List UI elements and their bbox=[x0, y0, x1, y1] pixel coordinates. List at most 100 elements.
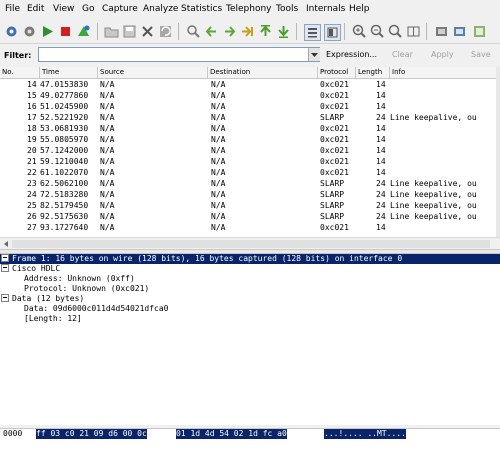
menu-go[interactable]: Go bbox=[82, 4, 94, 14]
collapse-icon[interactable] bbox=[1, 254, 9, 262]
menu-help[interactable]: Help bbox=[349, 4, 370, 14]
column-header-destination[interactable]: Destination bbox=[208, 67, 318, 78]
menu-file[interactable]: File bbox=[5, 4, 20, 14]
capture-options-icon[interactable] bbox=[22, 24, 37, 39]
packet-time-cell: 49.0277860 bbox=[40, 91, 89, 100]
bytes-hex-group-1[interactable]: ff 03 c0 21 09 d6 00 0c bbox=[36, 429, 147, 439]
column-header-no[interactable]: No. bbox=[0, 67, 40, 78]
packet-source-cell: N/A bbox=[100, 91, 115, 100]
column-header-protocol[interactable]: Protocol bbox=[318, 67, 356, 78]
packet-source-cell: N/A bbox=[100, 80, 115, 89]
packet-number-cell: 14 bbox=[27, 80, 37, 89]
packet-row[interactable]: 16 51.0245900 N/A N/A 0xc021 14 bbox=[0, 101, 496, 112]
packet-number-cell: 23 bbox=[27, 179, 37, 188]
collapse-icon[interactable] bbox=[1, 293, 9, 302]
column-header-time[interactable]: Time bbox=[40, 67, 98, 78]
packet-row[interactable]: 27 93.1727640 N/A N/A 0xc021 14 bbox=[0, 222, 496, 233]
save-button[interactable]: Save bbox=[471, 50, 491, 59]
detail-tree-label: [Length: 12] bbox=[24, 314, 82, 323]
packet-destination-cell: N/A bbox=[211, 146, 226, 155]
interfaces-icon[interactable] bbox=[4, 24, 19, 39]
restart-capture-icon[interactable] bbox=[76, 24, 91, 39]
start-capture-icon[interactable] bbox=[40, 24, 55, 39]
packet-number-cell: 24 bbox=[27, 190, 37, 199]
capture-filters-icon[interactable] bbox=[434, 24, 449, 39]
scroll-left-icon[interactable] bbox=[2, 240, 10, 248]
packet-protocol-cell: 0xc021 bbox=[320, 223, 349, 232]
find-packet-icon[interactable] bbox=[186, 24, 201, 39]
packet-destination-cell: N/A bbox=[211, 91, 226, 100]
packet-destination-cell: N/A bbox=[211, 135, 226, 144]
menu-internals[interactable]: Internals bbox=[306, 4, 345, 14]
normal-size-icon[interactable] bbox=[388, 24, 403, 39]
colorize-icon[interactable] bbox=[304, 24, 321, 41]
save-file-icon[interactable] bbox=[122, 24, 137, 39]
detail-tree-item[interactable]: Cisco HDLC bbox=[0, 263, 500, 274]
filter-input[interactable] bbox=[38, 47, 320, 62]
expression-button[interactable]: Expression... bbox=[326, 50, 377, 59]
go-first-packet-icon[interactable] bbox=[258, 24, 273, 39]
packet-length-cell: 24 bbox=[376, 113, 386, 122]
detail-tree-item[interactable]: Data (12 bytes) bbox=[0, 293, 500, 304]
packet-row[interactable]: 15 49.0277860 N/A N/A 0xc021 14 bbox=[0, 90, 496, 101]
open-file-icon[interactable] bbox=[104, 24, 119, 39]
menu-statistics[interactable]: Statistics bbox=[181, 4, 222, 14]
packet-source-cell: N/A bbox=[100, 113, 115, 122]
resize-columns-icon[interactable] bbox=[406, 24, 421, 39]
packet-row[interactable]: 22 61.1022070 N/A N/A 0xc021 14 bbox=[0, 167, 496, 178]
packet-row[interactable]: 17 52.5221920 N/A N/A SLARP 24 Line keepalive,… bbox=[0, 112, 496, 123]
detail-tree-item[interactable]: Address: Unknown (0xff) bbox=[0, 274, 500, 284]
packet-row[interactable]: 25 82.5179450 N/A N/A SLARP 24 Line keepalive,… bbox=[0, 200, 496, 211]
packet-row[interactable]: 19 55.0805970 N/A N/A 0xc021 14 bbox=[0, 134, 496, 145]
reload-icon[interactable] bbox=[158, 24, 173, 39]
column-header-source[interactable]: Source bbox=[98, 67, 208, 78]
packet-row[interactable]: 23 62.5062100 N/A N/A SLARP 24 Line keepalive,… bbox=[0, 178, 496, 189]
packet-info-cell: Line keepalive, ou bbox=[390, 212, 477, 221]
detail-tree-label: Data: 09d6000c011d4d54021dfca0 bbox=[24, 304, 169, 313]
column-header-length[interactable]: Length bbox=[356, 67, 390, 78]
menu-edit[interactable]: Edit bbox=[27, 4, 44, 14]
column-header-info[interactable]: Info bbox=[390, 67, 496, 78]
packet-row[interactable]: 26 92.5175630 N/A N/A SLARP 24 Line keepalive,… bbox=[0, 211, 496, 222]
packet-row[interactable]: 21 59.1210040 N/A N/A 0xc021 14 bbox=[0, 156, 496, 167]
zoom-in-icon[interactable] bbox=[352, 24, 367, 39]
go-to-packet-icon[interactable] bbox=[240, 24, 255, 39]
stop-capture-icon[interactable] bbox=[58, 24, 73, 39]
collapse-icon[interactable] bbox=[1, 263, 9, 272]
packet-number-cell: 21 bbox=[27, 157, 37, 166]
filter-dropdown-button[interactable] bbox=[308, 48, 320, 61]
bytes-hex-group-2[interactable]: 01 1d 4d 54 02 1d fc a0 bbox=[176, 429, 287, 439]
detail-tree-label: Address: Unknown (0xff) bbox=[24, 274, 135, 283]
go-forward-icon[interactable] bbox=[222, 24, 237, 39]
packet-row[interactable]: 24 72.5183280 N/A N/A SLARP 24 Line keepalive,… bbox=[0, 189, 496, 200]
scroll-track[interactable] bbox=[12, 240, 490, 248]
detail-tree-item[interactable]: Data: 09d6000c011d4d54021dfca0 bbox=[0, 304, 500, 314]
packet-row[interactable]: 18 53.0681930 N/A N/A 0xc021 14 bbox=[0, 123, 496, 134]
packet-row[interactable]: 14 47.0153830 N/A N/A 0xc021 14 bbox=[0, 79, 496, 90]
packet-row[interactable]: 20 57.1242000 N/A N/A 0xc021 14 bbox=[0, 145, 496, 156]
auto-scroll-icon[interactable] bbox=[324, 24, 341, 41]
packet-length-cell: 14 bbox=[376, 102, 386, 111]
go-back-icon[interactable] bbox=[204, 24, 219, 39]
menu-telephony[interactable]: Telephony bbox=[226, 4, 272, 14]
clear-button[interactable]: Clear bbox=[392, 50, 413, 59]
detail-tree-item[interactable]: Frame 1: 16 bytes on wire (128 bits), 16… bbox=[0, 254, 500, 264]
zoom-out-icon[interactable] bbox=[370, 24, 385, 39]
filter-label: Filter: bbox=[4, 51, 32, 60]
bytes-ascii[interactable]: ...!.... ..MT.... bbox=[324, 429, 406, 439]
detail-tree-item[interactable]: [Length: 12] bbox=[0, 314, 500, 324]
menu-tools[interactable]: Tools bbox=[276, 4, 298, 14]
menu-view[interactable]: View bbox=[53, 4, 74, 14]
packet-list-vertical-scrollbar[interactable] bbox=[496, 67, 500, 237]
apply-button[interactable]: Apply bbox=[431, 50, 454, 59]
menu-capture[interactable]: Capture bbox=[102, 4, 138, 14]
detail-tree-item[interactable]: Protocol: Unknown (0xc021) bbox=[0, 284, 500, 294]
packet-source-cell: N/A bbox=[100, 190, 115, 199]
menu-analyze[interactable]: Analyze bbox=[143, 4, 178, 14]
display-filters-icon[interactable] bbox=[452, 24, 467, 39]
close-file-icon[interactable] bbox=[140, 24, 155, 39]
packet-destination-cell: N/A bbox=[211, 157, 226, 166]
packet-time-cell: 61.1022070 bbox=[40, 168, 89, 177]
go-last-packet-icon[interactable] bbox=[276, 24, 291, 39]
coloring-rules-icon[interactable] bbox=[472, 24, 487, 39]
